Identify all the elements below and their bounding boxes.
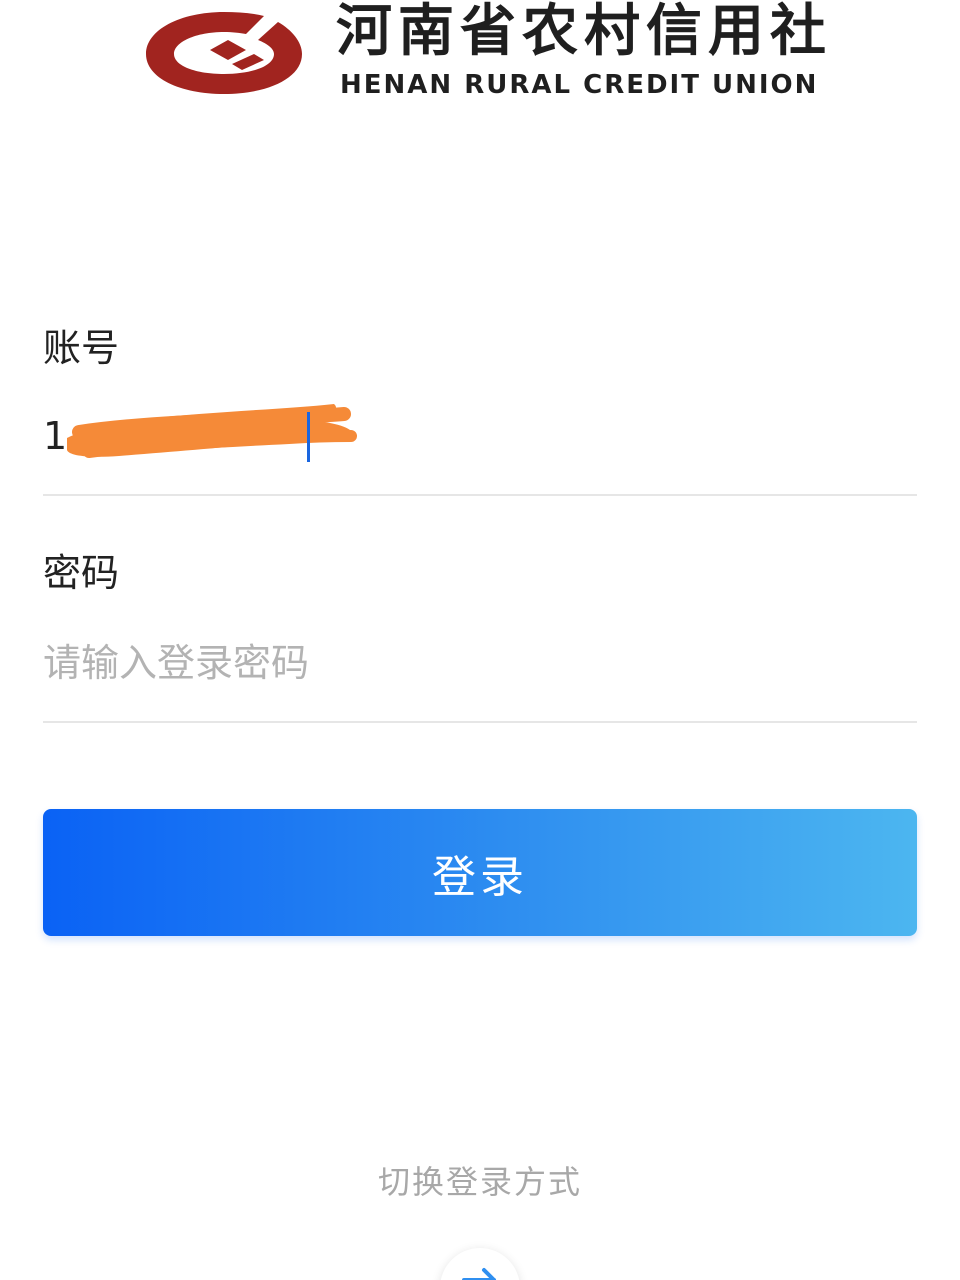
arrow-right-icon (462, 1268, 496, 1280)
brand-header: 河南省农村信用社 HENAN RURAL CREDIT UNION (140, 0, 830, 110)
brand-name-cn: 河南省农村信用社 (336, 0, 832, 64)
brand-name-en: HENAN RURAL CREDIT UNION (340, 70, 819, 100)
password-divider (43, 721, 917, 723)
credit-union-logo-icon (146, 12, 302, 94)
password-input[interactable] (43, 633, 917, 693)
login-button[interactable]: 登录 (43, 809, 917, 936)
account-divider (43, 494, 917, 496)
login-page: 河南省农村信用社 HENAN RURAL CREDIT UNION 账号 1 密… (0, 0, 960, 1280)
redaction-scribble (67, 404, 357, 458)
password-field: 密码 (43, 545, 917, 725)
account-field: 账号 1 (43, 320, 917, 500)
switch-login-method-button[interactable] (440, 1248, 520, 1280)
account-label: 账号 (43, 326, 120, 370)
password-label: 密码 (43, 551, 120, 595)
switch-login-method-link[interactable]: 切换登录方式 (0, 1162, 960, 1202)
text-caret (307, 412, 310, 462)
